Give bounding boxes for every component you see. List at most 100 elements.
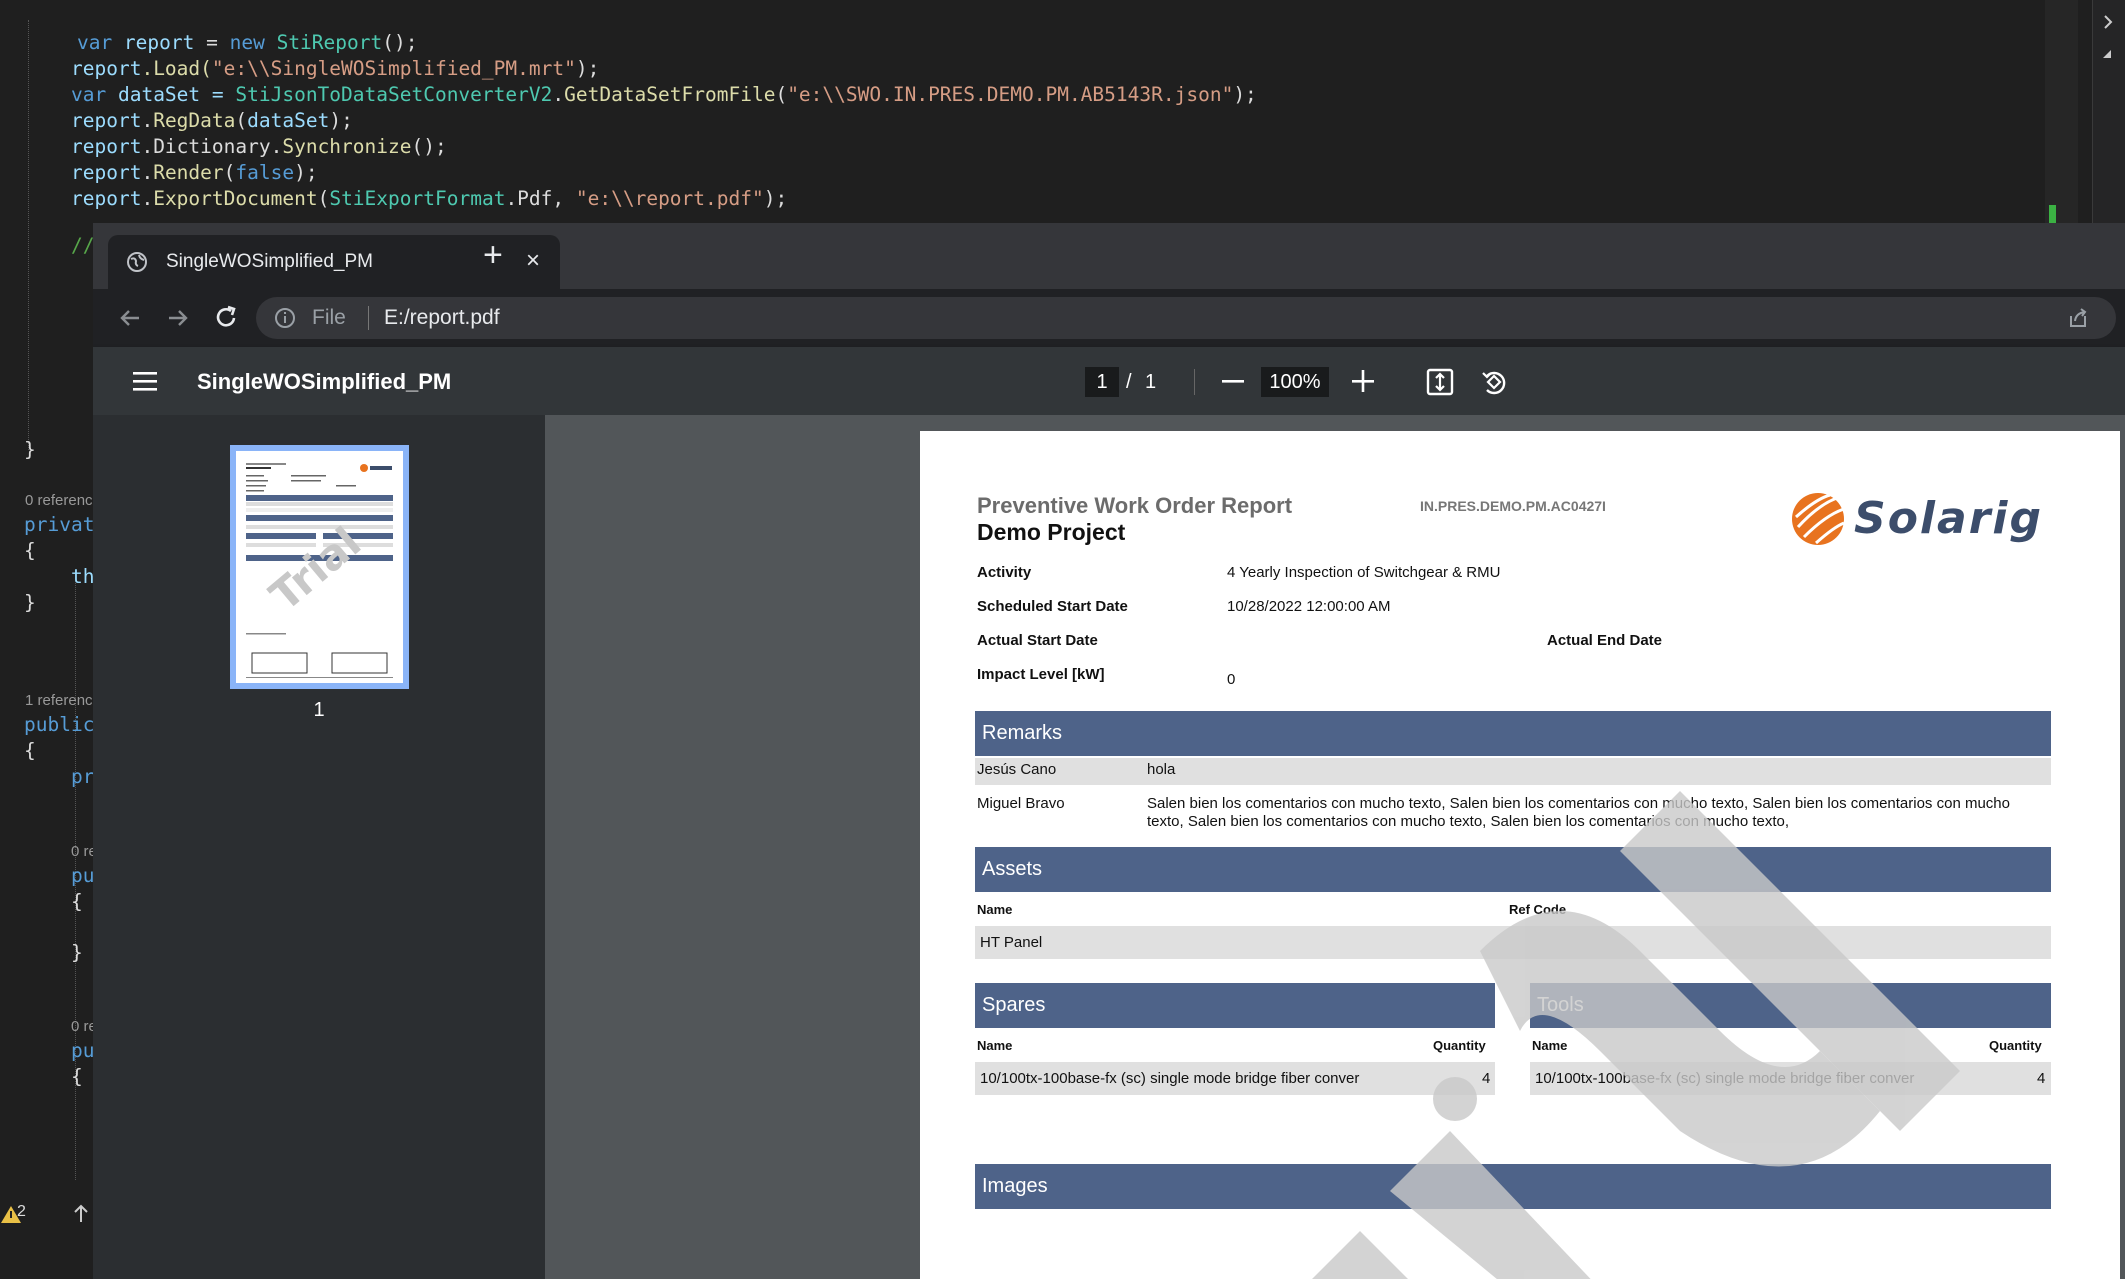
- toolbar-divider: [1194, 369, 1195, 395]
- url-text[interactable]: E:/report.pdf: [384, 306, 500, 330]
- tool-qty: 4: [2037, 1070, 2046, 1087]
- open-brace: {: [24, 539, 36, 562]
- code-line-5[interactable]: report.Dictionary.Synchronize();: [71, 134, 447, 160]
- remark-text-continued: texto, Salen bien los comentarios con mu…: [1147, 813, 1790, 830]
- fit-page-icon[interactable]: [1425, 367, 1455, 397]
- asset-name: HT Panel: [980, 934, 1043, 951]
- code-line-3[interactable]: var dataSet = StiJsonToDataSetConverterV…: [71, 82, 1257, 108]
- pdf-title: SingleWOSimplified_PM: [197, 369, 452, 394]
- spares-heading: Spares: [975, 983, 1495, 1028]
- code-line-4[interactable]: report.RegData(dataSet);: [71, 108, 353, 134]
- zoom-input[interactable]: 100%: [1261, 367, 1329, 397]
- editor-side-panel[interactable]: [2092, 0, 2125, 225]
- actual-start-label: Actual Start Date: [977, 632, 1098, 649]
- menu-icon[interactable]: [131, 369, 159, 393]
- page-number-input[interactable]: 1: [1085, 367, 1119, 397]
- spares-name-header: Name: [977, 1038, 1013, 1053]
- sun-logo-icon: [1792, 493, 1845, 545]
- work-order-code: IN.PRES.DEMO.PM.AC0427I: [1420, 498, 1606, 514]
- spare-name: 10/100tx-100base-fx (sc) single mode bri…: [980, 1070, 1360, 1087]
- code-this[interactable]: th: [71, 564, 94, 590]
- editor-scrollbar[interactable]: [2045, 0, 2078, 225]
- closing-brace: }: [24, 591, 36, 614]
- code-line-6[interactable]: report.Render(false);: [71, 160, 318, 186]
- tab-strip: SingleWOSimplified_PM × +: [93, 223, 2125, 289]
- thumbnail-page-number: 1: [313, 699, 325, 721]
- scheduled-start-value: 10/28/2022 12:00:00 AM: [1227, 598, 1391, 615]
- thumbnail-preview: Trial: [246, 463, 393, 678]
- browser-toolbar: File E:/report.pdf: [93, 289, 2125, 347]
- code-line-7[interactable]: report.ExportDocument(StiExportFormat.Pd…: [71, 186, 787, 212]
- actual-end-label: Actual End Date: [1547, 632, 1663, 649]
- code-pu[interactable]: pu: [71, 863, 94, 889]
- reload-button[interactable]: [209, 301, 243, 335]
- scheduled-start-label: Scheduled Start Date: [977, 598, 1128, 615]
- project-name: Demo Project: [977, 519, 1126, 545]
- tab-title: SingleWOSimplified_PM: [166, 251, 373, 272]
- tool-name: 10/100tx-100base-fx (sc) single mode bri…: [1535, 1070, 1915, 1087]
- thumbnail-sidebar: Trial 1: [93, 415, 545, 1279]
- tools-heading: Tools: [1530, 983, 2051, 1028]
- browser-window: SingleWOSimplified_PM × + File E:/report…: [93, 223, 2125, 1279]
- tab-close-button[interactable]: ×: [526, 247, 540, 275]
- open-brace: {: [24, 739, 36, 762]
- zoom-in-button[interactable]: [1348, 361, 1378, 401]
- remark-text: Salen bien los comentarios con mucho tex…: [1147, 795, 2010, 812]
- remark-author: Miguel Bravo: [977, 795, 1065, 812]
- code-pr[interactable]: pr: [71, 764, 94, 790]
- code-private[interactable]: privat: [24, 512, 94, 538]
- open-brace: {: [71, 890, 83, 913]
- activity-value: 4 Yearly Inspection of Switchgear & RMU: [1227, 564, 1501, 581]
- address-bar[interactable]: File E:/report.pdf: [256, 297, 2116, 339]
- assets-heading: Assets: [975, 847, 2051, 892]
- closing-brace: }: [71, 941, 83, 964]
- remark-row-bg: [975, 758, 2051, 785]
- images-heading: Images: [975, 1164, 2051, 1209]
- divider: [368, 306, 369, 330]
- logo-text: Solarig: [1854, 493, 2043, 544]
- new-tab-button[interactable]: +: [483, 237, 503, 273]
- editor-status[interactable]: 2: [0, 1200, 95, 1228]
- page-separator: /: [1126, 371, 1132, 393]
- assets-ref-header: Ref Code: [1509, 902, 1567, 917]
- back-button[interactable]: [113, 301, 147, 335]
- activity-label: Activity: [977, 564, 1032, 581]
- warning-count: 2: [17, 1203, 26, 1220]
- impact-level-value: 0: [1227, 671, 1236, 688]
- tools-qty-header: Quantity: [1989, 1038, 2042, 1053]
- chevron-right-icon[interactable]: [2093, 0, 2123, 70]
- arrow-up-icon[interactable]: [72, 1204, 90, 1224]
- open-brace: {: [71, 1065, 83, 1088]
- plus-icon: +: [483, 236, 503, 274]
- code-public[interactable]: public: [24, 712, 94, 738]
- solarig-logo: Solarig: [1790, 489, 2050, 549]
- report-title: Preventive Work Order Report: [977, 493, 1293, 518]
- page-thumbnail[interactable]: Trial: [230, 445, 409, 689]
- tools-name-header: Name: [1532, 1038, 1568, 1053]
- code-comment[interactable]: //: [71, 233, 94, 259]
- thumbnail-watermark: Trial: [261, 517, 371, 620]
- zoom-out-button[interactable]: [1218, 361, 1248, 401]
- info-icon[interactable]: [274, 307, 296, 329]
- share-icon[interactable]: [2066, 306, 2090, 330]
- scroll-marker: [2049, 205, 2056, 223]
- codelens-references[interactable]: 0 referenc: [25, 492, 93, 509]
- scheme-label: File: [312, 306, 346, 329]
- closing-brace: }: [24, 438, 36, 461]
- impact-level-label: Impact Level [kW]: [977, 666, 1105, 683]
- rotate-icon[interactable]: [1479, 367, 1509, 397]
- pdf-page: Preventive Work Order Report Demo Projec…: [920, 431, 2120, 1279]
- pdf-toolbar: SingleWOSimplified_PM 1 / 1 100%: [93, 347, 2125, 415]
- assets-name-header: Name: [977, 902, 1013, 917]
- asset-row-bg: [975, 926, 2051, 959]
- forward-button[interactable]: [161, 301, 195, 335]
- remark-text: hola: [1147, 761, 1176, 778]
- spares-qty-header: Quantity: [1433, 1038, 1486, 1053]
- remark-author: Jesús Cano: [977, 761, 1057, 778]
- code-line-2[interactable]: report.Load("e:\\SingleWOSimplified_PM.m…: [71, 56, 599, 82]
- code-pu[interactable]: pu: [71, 1038, 94, 1064]
- globe-icon: [127, 252, 147, 272]
- codelens-references[interactable]: 1 referenc: [25, 692, 93, 709]
- spare-qty: 4: [1482, 1070, 1491, 1087]
- code-line-1[interactable]: var report = new StiReport();: [30, 30, 418, 56]
